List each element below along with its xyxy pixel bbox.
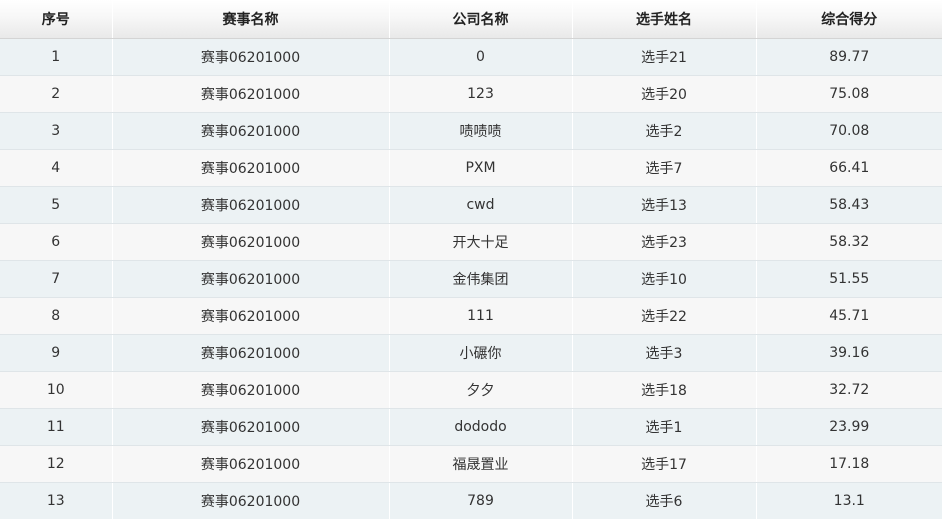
cell-event-name: 赛事06201000 [112, 223, 390, 261]
cell-index: 3 [0, 112, 113, 150]
cell-index: 4 [0, 149, 113, 187]
cell-total-score: 58.32 [756, 223, 942, 261]
table-row[interactable]: 9 赛事06201000 小碾你 选手3 39.16 [0, 334, 942, 372]
cell-index: 6 [0, 223, 113, 261]
table-row[interactable]: 12 赛事06201000 福晟置业 选手17 17.18 [0, 445, 942, 483]
cell-event-name: 赛事06201000 [112, 112, 390, 150]
cell-player-name: 选手3 [572, 334, 757, 372]
table-row[interactable]: 8 赛事06201000 111 选手22 45.71 [0, 297, 942, 335]
cell-total-score: 13.1 [756, 482, 942, 519]
cell-total-score: 45.71 [756, 297, 942, 335]
cell-total-score: 58.43 [756, 186, 942, 224]
cell-event-name: 赛事06201000 [112, 38, 390, 76]
table-body: 1 赛事06201000 0 选手21 89.77 2 赛事06201000 123 选手20 7… [0, 38, 942, 519]
table-row[interactable]: 6 赛事06201000 开大十足 选手23 58.32 [0, 223, 942, 261]
cell-total-score: 89.77 [756, 38, 942, 76]
table-row[interactable]: 3 赛事06201000 啧啧啧 选手2 70.08 [0, 112, 942, 150]
cell-event-name: 赛事06201000 [112, 371, 390, 409]
cell-company-name: dododo [389, 408, 573, 446]
cell-player-name: 选手21 [572, 38, 757, 76]
cell-company-name: cwd [389, 186, 573, 224]
cell-player-name: 选手10 [572, 260, 757, 298]
cell-index: 13 [0, 482, 113, 519]
cell-player-name: 选手6 [572, 482, 757, 519]
cell-player-name: 选手2 [572, 112, 757, 150]
cell-player-name: 选手23 [572, 223, 757, 261]
cell-company-name: 夕夕 [389, 371, 573, 409]
cell-event-name: 赛事06201000 [112, 186, 390, 224]
cell-company-name: 小碾你 [389, 334, 573, 372]
header-event-name[interactable]: 赛事名称 [112, 0, 390, 39]
table-row[interactable]: 11 赛事06201000 dododo 选手1 23.99 [0, 408, 942, 446]
cell-company-name: 123 [389, 75, 573, 113]
cell-event-name: 赛事06201000 [112, 260, 390, 298]
ranking-table: 序号 赛事名称 公司名称 选手姓名 综合得分 1 赛事06201000 0 选手21 8… [0, 0, 942, 519]
table-row[interactable]: 4 赛事06201000 PXM 选手7 66.41 [0, 149, 942, 187]
table-row[interactable]: 1 赛事06201000 0 选手21 89.77 [0, 38, 942, 76]
header-total-score[interactable]: 综合得分 [756, 0, 942, 39]
cell-player-name: 选手13 [572, 186, 757, 224]
cell-company-name: 福晟置业 [389, 445, 573, 483]
cell-index: 12 [0, 445, 113, 483]
table-row[interactable]: 7 赛事06201000 金伟集团 选手10 51.55 [0, 260, 942, 298]
header-row: 序号 赛事名称 公司名称 选手姓名 综合得分 [0, 0, 942, 39]
header-company-name[interactable]: 公司名称 [389, 0, 573, 39]
cell-total-score: 23.99 [756, 408, 942, 446]
cell-company-name: PXM [389, 149, 573, 187]
header-player-name[interactable]: 选手姓名 [572, 0, 757, 39]
header-index[interactable]: 序号 [0, 0, 113, 39]
table-row[interactable]: 5 赛事06201000 cwd 选手13 58.43 [0, 186, 942, 224]
table-row[interactable]: 2 赛事06201000 123 选手20 75.08 [0, 75, 942, 113]
cell-index: 8 [0, 297, 113, 335]
cell-company-name: 789 [389, 482, 573, 519]
cell-total-score: 66.41 [756, 149, 942, 187]
cell-event-name: 赛事06201000 [112, 149, 390, 187]
cell-index: 9 [0, 334, 113, 372]
cell-player-name: 选手7 [572, 149, 757, 187]
cell-index: 10 [0, 371, 113, 409]
cell-total-score: 32.72 [756, 371, 942, 409]
cell-event-name: 赛事06201000 [112, 334, 390, 372]
cell-player-name: 选手18 [572, 371, 757, 409]
table-header: 序号 赛事名称 公司名称 选手姓名 综合得分 [0, 0, 942, 39]
cell-index: 11 [0, 408, 113, 446]
cell-total-score: 17.18 [756, 445, 942, 483]
cell-company-name: 啧啧啧 [389, 112, 573, 150]
cell-event-name: 赛事06201000 [112, 445, 390, 483]
cell-player-name: 选手1 [572, 408, 757, 446]
table-row[interactable]: 10 赛事06201000 夕夕 选手18 32.72 [0, 371, 942, 409]
cell-index: 1 [0, 38, 113, 76]
cell-index: 2 [0, 75, 113, 113]
cell-player-name: 选手17 [572, 445, 757, 483]
cell-company-name: 开大十足 [389, 223, 573, 261]
cell-player-name: 选手22 [572, 297, 757, 335]
cell-company-name: 金伟集团 [389, 260, 573, 298]
cell-event-name: 赛事06201000 [112, 75, 390, 113]
cell-event-name: 赛事06201000 [112, 408, 390, 446]
cell-event-name: 赛事06201000 [112, 482, 390, 519]
cell-company-name: 111 [389, 297, 573, 335]
cell-index: 5 [0, 186, 113, 224]
table-row[interactable]: 13 赛事06201000 789 选手6 13.1 [0, 482, 942, 519]
cell-total-score: 70.08 [756, 112, 942, 150]
cell-total-score: 51.55 [756, 260, 942, 298]
cell-company-name: 0 [389, 38, 573, 76]
cell-event-name: 赛事06201000 [112, 297, 390, 335]
cell-total-score: 39.16 [756, 334, 942, 372]
cell-player-name: 选手20 [572, 75, 757, 113]
cell-total-score: 75.08 [756, 75, 942, 113]
cell-index: 7 [0, 260, 113, 298]
